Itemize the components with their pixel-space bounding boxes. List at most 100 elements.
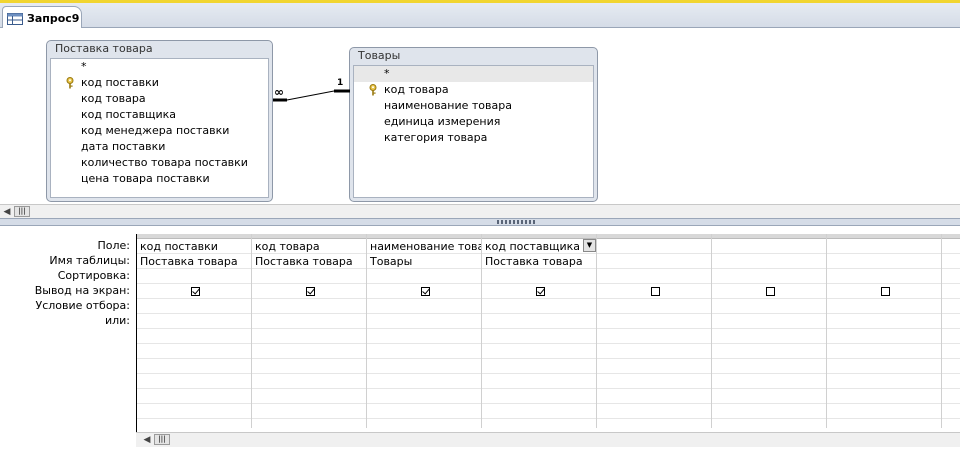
show-checkbox[interactable] <box>421 287 430 296</box>
field-cell[interactable]: код товара <box>252 239 366 254</box>
grid-column[interactable] <box>942 234 960 428</box>
field-item[interactable]: количество товара поставки <box>51 155 268 171</box>
field-cell[interactable] <box>942 239 960 254</box>
table-cell[interactable] <box>942 254 960 269</box>
grid-column[interactable] <box>712 234 827 428</box>
row-label: Сортировка: <box>57 269 130 282</box>
scroll-left-icon[interactable]: ◀ <box>0 206 14 218</box>
table-tovary[interactable]: Товары * код товара наименование товара еди… <box>349 47 598 202</box>
field-item[interactable]: код поставки <box>51 75 268 91</box>
field-list[interactable]: * код товара наименование товара единица из… <box>353 65 594 198</box>
or-cell[interactable] <box>827 314 941 329</box>
sort-cell[interactable] <box>137 269 251 284</box>
field-item[interactable]: единица измерения <box>354 114 593 130</box>
field-name: наименование товара <box>384 99 512 112</box>
field-cell[interactable]: код поставки <box>137 239 251 254</box>
sort-cell[interactable] <box>942 269 960 284</box>
field-cell[interactable]: код поставщика ▼ <box>482 239 596 254</box>
or-cell[interactable] <box>597 314 711 329</box>
sort-cell[interactable] <box>712 269 826 284</box>
criteria-cell[interactable] <box>597 299 711 314</box>
table-title[interactable]: Товары <box>350 48 597 64</box>
show-cell[interactable] <box>827 284 941 299</box>
or-cell[interactable] <box>942 314 960 329</box>
grid-column[interactable]: наименование товара Товары <box>367 234 482 428</box>
sort-cell[interactable] <box>252 269 366 284</box>
table-title[interactable]: Поставка товара <box>47 41 272 57</box>
show-checkbox[interactable] <box>766 287 775 296</box>
show-cell[interactable] <box>252 284 366 299</box>
show-cell[interactable] <box>482 284 596 299</box>
scroll-thumb[interactable]: ||| <box>154 434 170 445</box>
show-checkbox[interactable] <box>306 287 315 296</box>
field-cell[interactable]: наименование товара <box>367 239 481 254</box>
table-cell[interactable]: Поставка товара <box>137 254 251 269</box>
table-cell[interactable] <box>827 254 941 269</box>
field-name: количество товара поставки <box>81 156 248 169</box>
dropdown-arrow-icon[interactable]: ▼ <box>583 239 596 252</box>
field-item[interactable]: * <box>51 59 268 75</box>
table-cell[interactable]: Товары <box>367 254 481 269</box>
diagram-horizontal-scrollbar[interactable]: ◀ ||| <box>0 204 960 219</box>
grid-horizontal-scrollbar[interactable]: ◀ ||| <box>136 432 960 447</box>
splitter-grip-icon[interactable] <box>497 220 535 224</box>
show-checkbox[interactable] <box>881 287 890 296</box>
grid-column[interactable]: код поставщика ▼ Поставка товара <box>482 234 597 428</box>
criteria-cell[interactable] <box>827 299 941 314</box>
show-cell[interactable] <box>597 284 711 299</box>
or-cell[interactable] <box>482 314 596 329</box>
field-item[interactable]: код товара <box>354 82 593 98</box>
scroll-thumb[interactable]: ||| <box>14 206 30 217</box>
sort-cell[interactable] <box>367 269 481 284</box>
criteria-cell[interactable] <box>482 299 596 314</box>
field-item[interactable]: наименование товара <box>354 98 593 114</box>
table-cell[interactable] <box>712 254 826 269</box>
field-item[interactable]: код менеджера поставки <box>51 123 268 139</box>
show-cell[interactable] <box>712 284 826 299</box>
sort-cell[interactable] <box>827 269 941 284</box>
table-cell[interactable]: Поставка товара <box>482 254 596 269</box>
field-cell[interactable] <box>597 239 711 254</box>
query-design-grid: Поле: Имя таблицы: Сортировка: Вывод на экр… <box>0 226 960 452</box>
criteria-cell[interactable] <box>252 299 366 314</box>
grid-column[interactable] <box>827 234 942 428</box>
or-cell[interactable] <box>712 314 826 329</box>
table-diagram-area[interactable]: Поставка товара * код поставки код товара к… <box>0 28 960 204</box>
primary-key-icon <box>65 77 75 89</box>
field-item[interactable]: код поставщика <box>51 107 268 123</box>
criteria-cell[interactable] <box>942 299 960 314</box>
field-item[interactable]: код товара <box>51 91 268 107</box>
or-cell[interactable] <box>367 314 481 329</box>
show-checkbox[interactable] <box>191 287 200 296</box>
field-item[interactable]: * <box>354 66 593 82</box>
grid-column[interactable]: код товара Поставка товара <box>252 234 367 428</box>
criteria-cell[interactable] <box>367 299 481 314</box>
grid-column[interactable] <box>597 234 712 428</box>
field-item[interactable]: категория товара <box>354 130 593 146</box>
row-label: Условие отбора: <box>35 299 131 312</box>
field-item[interactable]: цена товара поставки <box>51 171 268 187</box>
pane-splitter[interactable] <box>0 218 960 226</box>
show-cell[interactable] <box>367 284 481 299</box>
table-cell[interactable] <box>597 254 711 269</box>
show-checkbox[interactable] <box>651 287 660 296</box>
field-name: единица измерения <box>384 115 501 128</box>
sort-cell[interactable] <box>597 269 711 284</box>
show-checkbox[interactable] <box>536 287 545 296</box>
table-postavka-tovara[interactable]: Поставка товара * код поставки код товара к… <box>46 40 273 202</box>
grid-column[interactable]: код поставки Поставка товара <box>137 234 252 428</box>
criteria-cell[interactable] <box>137 299 251 314</box>
field-list[interactable]: * код поставки код товара код поставщика код… <box>50 58 269 198</box>
or-cell[interactable] <box>252 314 366 329</box>
table-cell[interactable]: Поставка товара <box>252 254 366 269</box>
show-cell[interactable] <box>942 284 960 299</box>
scroll-left-icon[interactable]: ◀ <box>140 434 154 446</box>
field-cell[interactable] <box>712 239 826 254</box>
sort-cell[interactable] <box>482 269 596 284</box>
show-cell[interactable] <box>137 284 251 299</box>
field-cell[interactable] <box>827 239 941 254</box>
or-cell[interactable] <box>137 314 251 329</box>
criteria-cell[interactable] <box>712 299 826 314</box>
field-item[interactable]: дата поставки <box>51 139 268 155</box>
tab-query9[interactable]: Запрос9 <box>2 6 82 30</box>
